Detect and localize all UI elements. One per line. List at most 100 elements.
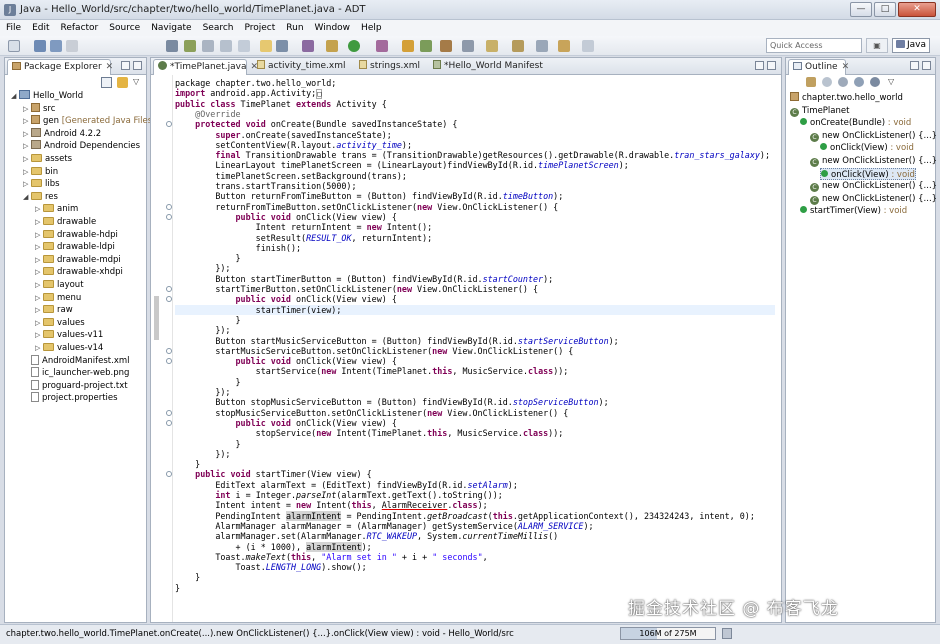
coverage-icon[interactable] [376,40,388,52]
view-menu-icon[interactable]: ▽ [888,77,898,87]
tree-item[interactable]: ▷ Android 4.2.2 [23,127,101,140]
print-icon[interactable] [66,40,78,52]
collapsed-twistie-icon[interactable]: ▷ [35,229,43,241]
sort-icon[interactable] [806,77,816,87]
collapsed-twistie-icon[interactable]: ▷ [23,178,31,190]
save-all-icon[interactable] [50,40,62,52]
new-icon[interactable] [8,40,20,52]
close-button[interactable]: ✕ [898,2,936,17]
tab-outline[interactable]: Outline ✕ [788,59,849,75]
collapsed-twistie-icon[interactable]: ▷ [23,166,31,178]
tree-item[interactable]: ic_launcher-web.png [23,367,129,379]
tree-item[interactable]: ▷ values [35,317,85,329]
collapsed-twistie-icon[interactable]: ▷ [23,153,31,165]
hide-local-types-icon[interactable] [870,77,880,87]
maximize-button[interactable]: □ [874,2,896,17]
collapsed-twistie-icon[interactable]: ▷ [35,317,43,329]
tree-item[interactable]: AndroidManifest.xml [23,354,130,367]
outline-item[interactable]: chapter.two.hello_world [790,92,903,104]
open-perspective-button[interactable]: ▣ [866,38,888,53]
forward-icon[interactable] [582,40,594,52]
menu-file[interactable]: File [6,23,21,33]
next-annotation-icon[interactable] [512,40,524,52]
link-with-editor-icon[interactable] [117,77,128,88]
tab-activity-time-xml[interactable]: activity_time.xml [253,59,355,75]
menu-search[interactable]: Search [203,23,234,33]
tree-item[interactable]: ▷ drawable-hdpi [35,229,118,241]
collapsed-twistie-icon[interactable]: ▷ [35,254,43,266]
collapsed-twistie-icon[interactable]: ▷ [35,304,43,316]
heap-status[interactable]: 106M of 275M [620,627,716,640]
tree-item[interactable]: ▷ assets [23,153,72,165]
outline-item[interactable]: Cnew OnClickListener() {...} [810,155,937,167]
outline-item[interactable]: Cnew OnClickListener() {...} [810,130,937,142]
fold-marker-icon[interactable] [166,203,172,210]
fold-marker-icon[interactable] [166,419,172,426]
outline-item[interactable]: Cnew OnClickListener() {...} [810,180,937,193]
menu-window[interactable]: Window [315,23,351,33]
lint-icon[interactable] [202,40,214,52]
expanded-twistie-icon[interactable]: ◢ [11,90,19,102]
tree-item[interactable]: ◢ res [23,191,58,203]
tab-timeplanet-java[interactable]: *TimePlanet.java ✕ [153,59,258,75]
minimize-view-icon[interactable] [121,61,130,70]
collapsed-twistie-icon[interactable]: ▷ [35,266,43,278]
minimize-button[interactable]: — [850,2,872,17]
tree-item[interactable]: ▷ values-v11 [35,329,103,341]
menu-project[interactable]: Project [244,23,275,33]
menu-help[interactable]: Help [361,23,382,33]
hide-nonpublic-icon[interactable] [854,77,864,87]
tree-item[interactable]: ▷ src [23,102,55,115]
close-tab-icon[interactable]: ✕ [842,62,850,72]
fold-marker-icon[interactable] [166,286,172,292]
collapsed-twistie-icon[interactable]: ▷ [35,216,43,228]
garbage-collect-icon[interactable] [722,628,732,639]
minimize-view-icon[interactable] [910,61,919,70]
collapsed-twistie-icon[interactable]: ▷ [23,140,31,152]
outline-item[interactable]: onCreate(Bundle) : void [800,117,911,129]
new-class-icon[interactable] [440,40,452,52]
last-edit-icon[interactable] [536,40,548,52]
tree-item[interactable]: ▷ drawable-mdpi [35,254,121,266]
new-xml-icon[interactable] [238,40,250,52]
fold-marker-icon[interactable] [166,409,172,416]
collapsed-twistie-icon[interactable]: ▷ [35,342,43,354]
tree-item[interactable]: ▷ layout [35,279,84,291]
debug-icon[interactable] [302,40,314,52]
outline-item[interactable]: C TimePlanet [790,105,849,117]
menu-run[interactable]: Run [286,23,303,33]
tree-item[interactable]: proguard-project.txt [23,379,128,392]
tree-item[interactable]: ▷ gen [Generated Java Files] [23,115,155,127]
collapsed-twistie-icon[interactable]: ▷ [35,241,43,253]
outline-item[interactable]: startTimer(View) : void [800,205,907,217]
save-icon[interactable] [34,40,46,52]
maximize-view-icon[interactable] [922,61,931,70]
fold-marker-icon[interactable] [166,213,172,220]
tab-manifest[interactable]: *Hello_World Manifest [429,59,559,75]
menu-navigate[interactable]: Navigate [151,23,191,33]
outline-item[interactable]: onClick(View) : void [820,167,916,180]
fold-marker-icon[interactable] [166,347,172,354]
open-type-icon[interactable] [462,40,474,52]
tree-item[interactable]: ▷ drawable-ldpi [35,241,115,253]
tree-item[interactable]: ▷ libs [23,178,60,190]
hide-static-icon[interactable] [838,77,848,87]
skip-breakpoints-icon[interactable] [276,40,288,52]
collapse-all-icon[interactable] [101,77,112,88]
tree-item[interactable]: ▷ anim [35,203,78,215]
expanded-twistie-icon[interactable]: ◢ [23,191,31,203]
tree-item[interactable]: ▷ drawable [35,216,96,228]
tree-item[interactable]: ▷ drawable-xhdpi [35,266,123,278]
tab-package-explorer[interactable]: Package Explorer ✕ [7,59,114,75]
new-package-icon[interactable] [420,40,432,52]
tree-item[interactable]: ▷ values-v14 [35,342,103,354]
outline-item[interactable]: Cnew OnClickListener() {...} [810,193,937,205]
tree-item[interactable]: ▷ Android Dependencies [23,140,140,152]
java-perspective-button[interactable]: Java [892,38,930,53]
tree-item[interactable]: project.properties [23,392,118,404]
android-sdk-icon[interactable] [166,40,178,52]
run-icon[interactable] [348,40,360,52]
collapsed-twistie-icon[interactable]: ▷ [23,128,31,140]
minimize-editor-icon[interactable] [755,61,764,70]
close-tab-icon[interactable]: ✕ [106,62,114,72]
